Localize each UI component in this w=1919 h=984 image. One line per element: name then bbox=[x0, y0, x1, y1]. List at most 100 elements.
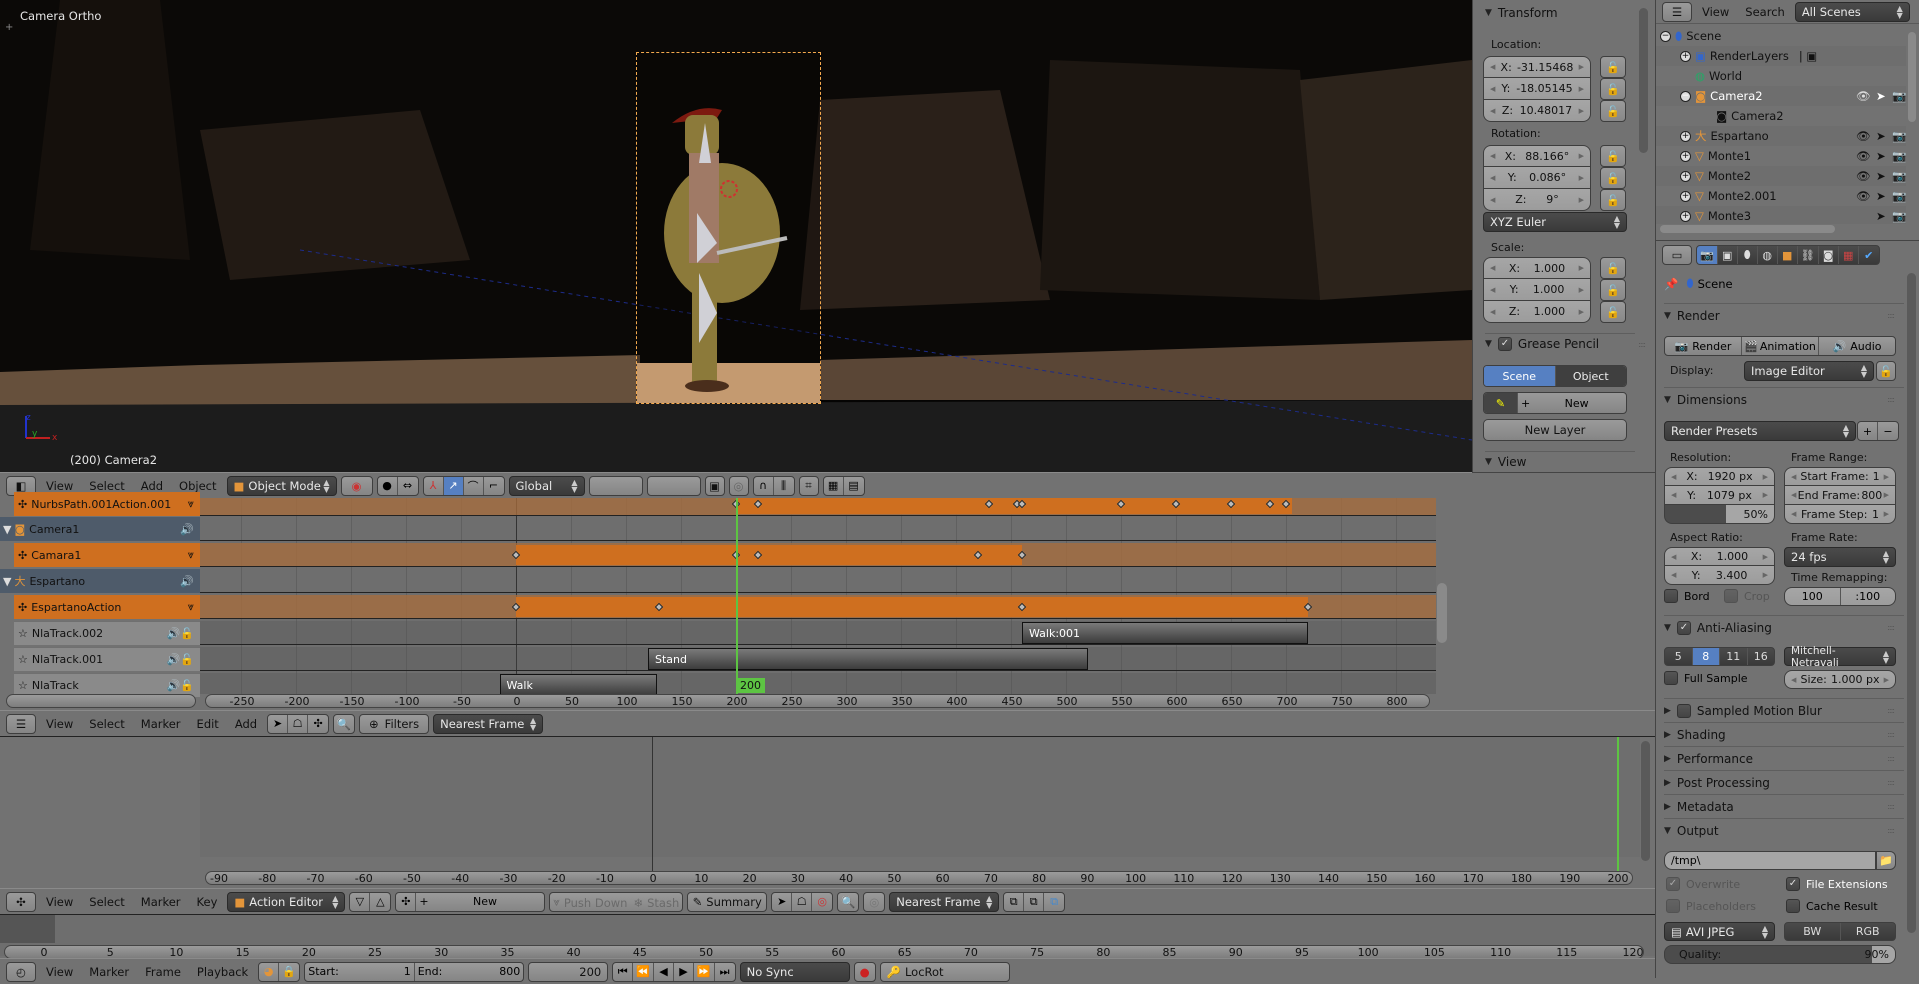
ae-new-action-button[interactable]: + New bbox=[416, 893, 544, 911]
snap-element-icon[interactable]: ⫼ bbox=[774, 477, 794, 495]
outliner-v-scrollbar[interactable] bbox=[1908, 32, 1916, 122]
resolution-x-field[interactable]: ◀ X: 1920 px ▶ bbox=[1664, 467, 1775, 486]
view-panel-title[interactable]: View bbox=[1498, 455, 1526, 469]
filters-button[interactable]: ⊕ Filters bbox=[359, 713, 430, 734]
aa-filter-dropdown[interactable]: Mitchell-Netravali ▲ ▼ bbox=[1784, 645, 1896, 669]
folder-browse-icon[interactable]: 📁 bbox=[1876, 851, 1896, 870]
auto-key-record-icon[interactable]: ● bbox=[853, 961, 876, 982]
output-path-input[interactable] bbox=[1664, 851, 1876, 870]
show-hidden-ghost-icon[interactable]: ☖ bbox=[288, 714, 309, 733]
outliner-menu-search[interactable]: Search bbox=[1739, 5, 1791, 19]
nla-menu-edit[interactable]: Edit bbox=[191, 717, 225, 731]
scale-y-field[interactable]: ◀ Y: 1.000 ▶ bbox=[1483, 279, 1591, 301]
grease-pencil-checkbox[interactable]: ✓ bbox=[1497, 336, 1512, 351]
ae-menu-view[interactable]: View bbox=[40, 895, 79, 909]
scale-icon[interactable]: ⌐ bbox=[484, 477, 504, 495]
pencil-icon[interactable]: ✎ bbox=[1484, 393, 1518, 413]
aa-sample-8[interactable]: 8 bbox=[1692, 648, 1720, 665]
graph-playhead[interactable] bbox=[1617, 737, 1619, 871]
ae-menu-marker[interactable]: Marker bbox=[135, 895, 187, 909]
lock-rotation-y-icon[interactable]: 🔓 bbox=[1600, 167, 1626, 189]
transform-panel-title[interactable]: Transform bbox=[1498, 6, 1558, 20]
tl-menu-frame[interactable]: Frame bbox=[139, 965, 187, 979]
frame-step-field[interactable]: ◀ Frame Step: 1 ▶ bbox=[1784, 505, 1896, 524]
stash-button[interactable]: ❄ Stash bbox=[630, 893, 682, 911]
motion-blur-checkbox[interactable] bbox=[1676, 703, 1691, 718]
border-checkbox[interactable] bbox=[1664, 589, 1678, 603]
search-icon[interactable]: 🔍 bbox=[837, 891, 860, 912]
show-hidden-ghost-icon[interactable]: ☖ bbox=[792, 892, 813, 911]
nla-channel-camara1-action[interactable]: ✣ Camara1 ⩔ bbox=[14, 543, 200, 567]
remap-old-field[interactable]: 100 bbox=[1785, 588, 1841, 605]
keying-set-field[interactable]: 🔑 LocRot bbox=[879, 961, 1010, 982]
nla-frame-ruler[interactable]: -250 -200 -150 -100 -50 0 50 100 150 200 250 300 350… bbox=[205, 694, 1430, 708]
nla-menu-marker[interactable]: Marker bbox=[135, 717, 187, 731]
display-dropdown[interactable]: Image Editor ▲ ▼ bbox=[1744, 361, 1874, 381]
gp-scene-button[interactable]: Scene bbox=[1484, 366, 1556, 386]
outliner-menu-view[interactable]: View bbox=[1696, 5, 1735, 19]
layers-group-2[interactable] bbox=[646, 475, 701, 496]
ae-snap-dropdown[interactable]: Nearest Frame ▲ ▼ bbox=[889, 891, 1000, 912]
action-browse-icon[interactable]: ✣ bbox=[396, 892, 417, 911]
lock-interface-icon[interactable]: 🔓 bbox=[1876, 361, 1896, 381]
start-frame-field[interactable]: ◀ Start Frame: 1 ▶ bbox=[1784, 467, 1896, 486]
snap-icon[interactable]: ⇔ bbox=[398, 477, 418, 495]
section-performance[interactable]: Performance bbox=[1677, 752, 1753, 766]
magnet-icon[interactable]: ∩ bbox=[754, 476, 774, 495]
snap-target-icon[interactable]: ⌗ bbox=[798, 475, 819, 496]
layer-down-icon[interactable]: ▽ bbox=[350, 892, 371, 911]
spartan-character[interactable] bbox=[637, 53, 822, 405]
file-extensions-checkbox[interactable]: ✓ bbox=[1786, 877, 1800, 891]
push-down-button[interactable]: ⩔ Push Down bbox=[550, 893, 630, 911]
layers-group-1[interactable] bbox=[588, 475, 643, 496]
shading-dropdown[interactable]: ◉ bbox=[340, 475, 373, 496]
nla-menu-add[interactable]: Add bbox=[229, 717, 263, 731]
outliner-h-scrollbar[interactable] bbox=[1660, 225, 1835, 233]
lock-location-y-icon[interactable]: 🔓 bbox=[1600, 78, 1626, 100]
location-x-field[interactable]: ◀ X: -31.15468 ▶ bbox=[1483, 56, 1591, 78]
aa-sample-5[interactable]: 5 bbox=[1665, 648, 1693, 665]
gp-object-button[interactable]: Object bbox=[1555, 366, 1626, 386]
section-post-processing[interactable]: Post Processing bbox=[1677, 776, 1770, 790]
render-layers-tab-icon[interactable]: ▣ bbox=[1718, 246, 1738, 264]
aspect-y-field[interactable]: ◀ Y: 3.400 ▶ bbox=[1664, 566, 1775, 585]
graph-area[interactable] bbox=[200, 737, 1640, 857]
lock-scale-x-icon[interactable]: 🔓 bbox=[1600, 257, 1626, 279]
pivot-icon[interactable]: ● bbox=[378, 476, 398, 495]
ae-frame-ruler[interactable]: 0 5 10 15 20 25 30 35 40 45 50 55 60 65 70 75 80 85 90 95 10… bbox=[4, 945, 1644, 959]
translate-icon[interactable]: ↗ bbox=[443, 476, 464, 495]
mode-dropdown[interactable]: ■ Object Mode ▲ ▼ bbox=[226, 475, 337, 496]
scale-x-field[interactable]: ◀ X: 1.000 ▶ bbox=[1483, 257, 1591, 279]
outliner-item-camera2-data[interactable]: ◙ Camera2 bbox=[1656, 106, 1906, 126]
rotation-z-field[interactable]: ◀ Z: 9° ▶ bbox=[1483, 189, 1591, 211]
section-shading[interactable]: Shading bbox=[1677, 728, 1726, 742]
constraints-tab-icon[interactable]: ⛓ bbox=[1798, 246, 1819, 264]
nla-channel-track-001[interactable]: ☆ NlaTrack.001 🔊🔓 bbox=[14, 647, 200, 671]
nla-channel-espartano-action[interactable]: ✣ EspartanoAction ⩔ bbox=[14, 595, 200, 619]
anti-aliasing-title[interactable]: Anti-Aliasing bbox=[1697, 621, 1772, 635]
action-editor-type[interactable]: ✣ bbox=[6, 891, 36, 912]
nla-menu-select[interactable]: Select bbox=[83, 717, 130, 731]
scene-tab-icon[interactable]: ⬮ bbox=[1738, 246, 1758, 264]
animation-button[interactable]: 🎬 Animation bbox=[1742, 337, 1819, 355]
resolution-y-field[interactable]: ◀ Y: 1079 px ▶ bbox=[1664, 486, 1775, 505]
new-layer-button[interactable]: New Layer bbox=[1483, 419, 1627, 441]
graph-v-scrollbar[interactable] bbox=[1641, 741, 1650, 861]
outliner-item-world[interactable]: ◍ World bbox=[1656, 66, 1906, 86]
tl-current-frame-field[interactable]: 200 bbox=[528, 961, 609, 982]
pin-icon[interactable]: 📌 bbox=[1664, 277, 1678, 291]
rotation-x-field[interactable]: ◀ X: 88.166° ▶ bbox=[1483, 145, 1591, 167]
crop-checkbox[interactable] bbox=[1724, 589, 1738, 603]
object-tab-icon[interactable]: ■ bbox=[1778, 246, 1798, 264]
nla-snap-dropdown[interactable]: Nearest Frame ▲ ▼ bbox=[433, 713, 544, 734]
proportional-icon[interactable]: ◎ bbox=[863, 891, 886, 912]
nla-channel-nurbspath-action[interactable]: ✣ NurbsPath.001Action.001 ⩔ bbox=[14, 492, 200, 516]
nla-channel-espartano[interactable]: ▼ 大 Espartano 🔊 bbox=[0, 569, 200, 593]
frame-rate-dropdown[interactable]: 24 fps ▲ ▼ bbox=[1784, 547, 1896, 567]
lock-location-z-icon[interactable]: 🔓 bbox=[1600, 100, 1626, 122]
timeline-editor-type[interactable]: ◴ bbox=[6, 961, 36, 982]
world-tab-icon[interactable]: ◍ bbox=[1758, 246, 1778, 264]
menu-select[interactable]: Select bbox=[83, 479, 130, 493]
tl-menu-marker[interactable]: Marker bbox=[83, 965, 135, 979]
sync-dropdown[interactable]: No Sync bbox=[739, 961, 850, 982]
